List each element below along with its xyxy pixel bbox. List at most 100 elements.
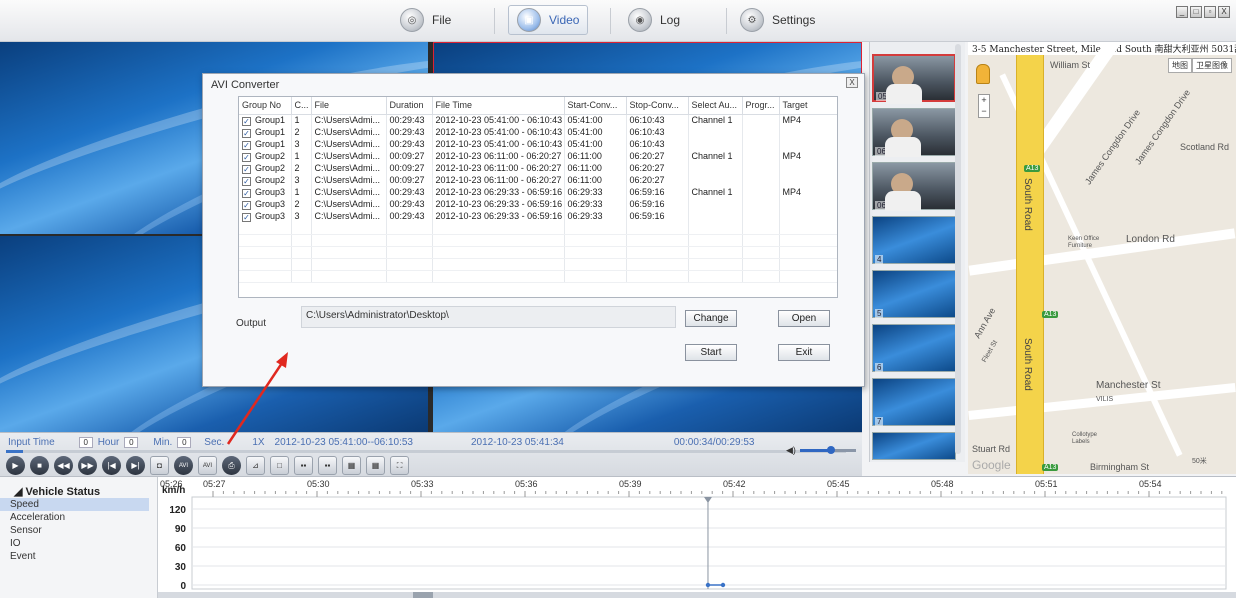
column-header[interactable]: Start-Conv... xyxy=(564,97,627,115)
volume-slider[interactable] xyxy=(799,446,856,454)
previous-button[interactable]: |◀ xyxy=(102,456,121,475)
row-checkbox[interactable]: ✓ xyxy=(242,140,251,150)
nav-log[interactable]: ◉ Log xyxy=(620,5,688,35)
status-item-acceleration[interactable]: Acceleration xyxy=(0,511,157,524)
map-view[interactable]: 3-5 Manchester Street, Mile End South 南甜… xyxy=(968,42,1236,474)
close-button[interactable]: X xyxy=(1218,6,1230,18)
layout-9-button[interactable]: ▦ xyxy=(366,456,385,475)
playback-progress-bar[interactable] xyxy=(6,450,846,453)
empty-row xyxy=(239,222,837,235)
empty-cell xyxy=(779,258,837,271)
empty-cell xyxy=(742,270,780,283)
thumbnail-scrollbar[interactable] xyxy=(955,44,961,454)
column-header[interactable]: Duration xyxy=(386,97,433,115)
map-tab-satellite[interactable]: 卫星图像 xyxy=(1192,58,1232,73)
chart-button[interactable]: ⊿ xyxy=(246,456,265,475)
rewind-button[interactable]: ◀◀ xyxy=(54,456,73,475)
table-row[interactable]: ✓ Group3 1 C:\Users\Admi... 00:29:43 2012-10-… xyxy=(239,186,837,198)
table-row[interactable]: ✓ Group3 2 C:\Users\Admi... 00:29:43 2012-10-… xyxy=(239,198,837,210)
table-row[interactable]: ✓ Group2 3 C:\Users\Admi... 00:09:27 2012-10-… xyxy=(239,174,837,186)
table-row[interactable]: ✓ Group1 2 C:\Users\Admi... 00:29:43 2012-10-… xyxy=(239,126,837,138)
row-checkbox[interactable]: ✓ xyxy=(242,188,251,198)
sec-input[interactable]: 0 xyxy=(177,436,192,448)
empty-cell xyxy=(311,270,387,283)
thumbnail-4[interactable]: 4 xyxy=(872,216,956,264)
column-header[interactable]: Target xyxy=(779,97,837,115)
avi-convert-button[interactable]: AVI xyxy=(198,456,217,475)
table-row[interactable]: ✓ Group3 3 C:\Users\Admi... 00:29:43 2012-10-… xyxy=(239,210,837,222)
table-cell: C:\Users\Admi... xyxy=(311,210,387,222)
status-item-sensor[interactable]: Sensor xyxy=(0,524,157,537)
nav-file-label: File xyxy=(432,13,452,27)
empty-row xyxy=(239,258,837,271)
status-item-speed[interactable]: Speed xyxy=(0,498,149,511)
thumbnail-8[interactable] xyxy=(872,432,956,460)
thumbnail-2[interactable]: 06:11:00 xyxy=(872,108,956,157)
row-checkbox[interactable]: ✓ xyxy=(242,200,251,210)
column-header[interactable]: File Time xyxy=(432,97,565,115)
map-label: William St xyxy=(1050,60,1090,70)
column-header[interactable]: File xyxy=(311,97,387,115)
layout-6-button[interactable]: ▦ xyxy=(342,456,361,475)
column-header[interactable]: Select Au... xyxy=(688,97,743,115)
fullscreen-button[interactable]: ⛶ xyxy=(390,456,409,475)
restore-button[interactable]: □ xyxy=(1190,6,1202,18)
thumbnail-3[interactable]: 06:29:33 xyxy=(872,162,956,211)
minimize-button[interactable]: _ xyxy=(1176,6,1188,18)
thumbnail-1[interactable]: 05:41:00 xyxy=(872,54,956,104)
table-row[interactable]: ✓ Group2 1 C:\Users\Admi... 00:09:27 2012-10-… xyxy=(239,150,837,162)
thumbnail-5[interactable]: 5 xyxy=(872,270,956,318)
print-button[interactable]: ⎙ xyxy=(222,456,241,475)
column-header[interactable]: C... xyxy=(291,97,312,115)
table-row[interactable]: ✓ Group1 1 C:\Users\Admi... 00:29:43 2012-10-… xyxy=(239,114,837,126)
output-path-field[interactable]: C:\Users\Administrator\Desktop\ xyxy=(301,306,676,328)
zoom-control[interactable]: + − xyxy=(978,94,990,118)
chart-scrollbar[interactable] xyxy=(158,592,1236,598)
group-cell: ✓ Group2 xyxy=(239,162,292,174)
column-header[interactable]: Group No xyxy=(239,97,292,115)
status-item-io[interactable]: IO xyxy=(0,537,157,550)
thumbnail-label: 6 xyxy=(875,363,884,372)
hour-input[interactable]: 0 xyxy=(78,436,93,448)
fast-forward-button[interactable]: ▶▶ xyxy=(78,456,97,475)
change-button[interactable]: Change xyxy=(685,310,737,327)
table-row[interactable]: ✓ Group1 3 C:\Users\Admi... 00:29:43 2012-10-… xyxy=(239,138,837,150)
nav-video[interactable]: ▣ Video xyxy=(508,5,589,35)
table-cell: 06:20:27 xyxy=(626,174,689,186)
snapshot-button[interactable]: ◘ xyxy=(150,456,169,475)
row-checkbox[interactable]: ✓ xyxy=(242,152,251,162)
street-view-icon[interactable] xyxy=(976,64,990,84)
row-checkbox[interactable]: ✓ xyxy=(242,212,251,222)
volume-control[interactable]: ◀) xyxy=(786,445,856,456)
open-button[interactable]: Open xyxy=(778,310,830,327)
next-button[interactable]: ▶| xyxy=(126,456,145,475)
row-checkbox[interactable]: ✓ xyxy=(242,164,251,174)
dialog-close-button[interactable]: X xyxy=(846,77,858,88)
status-item-event[interactable]: Event xyxy=(0,550,157,563)
nav-settings[interactable]: ⚙ Settings xyxy=(732,5,823,35)
speed-chart[interactable]: km/h120906030005:26 05:27 05:30 05:33 05:36 0… xyxy=(158,477,1236,598)
avi-button[interactable]: AVI xyxy=(174,456,193,475)
row-checkbox[interactable]: ✓ xyxy=(242,116,251,126)
chart-scroll-thumb[interactable] xyxy=(413,592,433,598)
row-checkbox[interactable]: ✓ xyxy=(242,176,251,186)
min-input[interactable]: 0 xyxy=(124,436,139,448)
table-cell xyxy=(779,210,837,222)
column-header[interactable]: Progr... xyxy=(742,97,780,115)
column-header[interactable]: Stop-Conv... xyxy=(626,97,689,115)
thumbnail-6[interactable]: 6 xyxy=(872,324,956,372)
exit-button[interactable]: Exit xyxy=(778,344,830,361)
table-row[interactable]: ✓ Group2 2 C:\Users\Admi... 00:09:27 2012-10-… xyxy=(239,162,837,174)
start-button[interactable]: Start xyxy=(685,344,737,361)
row-checkbox[interactable]: ✓ xyxy=(242,128,251,138)
layout-2-button[interactable]: ▪▪ xyxy=(294,456,313,475)
thumbnail-7[interactable]: 7 xyxy=(872,378,956,426)
volume-knob[interactable] xyxy=(826,446,835,454)
layout-1-button[interactable]: □ xyxy=(270,456,289,475)
layout-4-button[interactable]: ▪▪ xyxy=(318,456,337,475)
maximize-button[interactable]: ▫ xyxy=(1204,6,1216,18)
stop-button[interactable]: ■ xyxy=(30,456,49,475)
nav-file[interactable]: ◎ File xyxy=(392,5,459,35)
play-button[interactable]: ▶ xyxy=(6,456,25,475)
map-tab-map[interactable]: 地图 xyxy=(1168,58,1192,73)
